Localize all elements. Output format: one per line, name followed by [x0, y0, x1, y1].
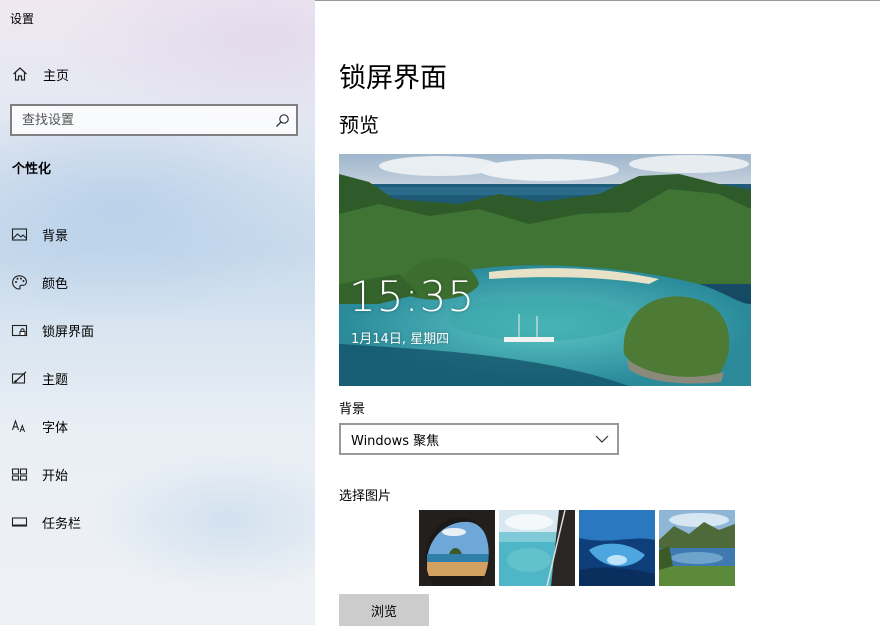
sidebar-nav: 背景 颜色 锁屏界面 主题 字体 开始 任务栏: [0, 210, 315, 546]
browse-button[interactable]: 浏览: [339, 594, 429, 626]
sidebar-item-colors[interactable]: 颜色: [0, 258, 315, 306]
picture-thumbnail[interactable]: [419, 510, 495, 586]
background-select[interactable]: Windows 聚焦: [339, 423, 619, 455]
sidebar: 设置 主页 个性化 背景: [0, 0, 315, 625]
preview-time: 15:35: [349, 272, 476, 321]
lock-screen-preview: 15:35 1月14日, 星期四: [339, 154, 751, 386]
sidebar-item-label: 主题: [42, 372, 69, 388]
font-icon: [11, 418, 26, 432]
sidebar-item-label: 主页: [43, 68, 70, 84]
preview-date: 1月14日, 星期四: [351, 332, 450, 347]
sidebar-item-background[interactable]: 背景: [0, 210, 315, 258]
page-title: 锁屏界面: [339, 63, 447, 94]
sidebar-item-label: 锁屏界面: [42, 324, 95, 340]
picture-thumbnail[interactable]: [499, 510, 575, 586]
sidebar-item-start[interactable]: 开始: [0, 450, 315, 498]
picture-thumbnail[interactable]: [579, 510, 655, 586]
sidebar-item-label: 开始: [42, 468, 69, 484]
picture-thumbnails: [419, 510, 739, 586]
sidebar-item-themes[interactable]: 主题: [0, 354, 315, 402]
search-input[interactable]: [12, 106, 262, 134]
sidebar-item-label: 字体: [42, 420, 69, 436]
choose-picture-label: 选择图片: [339, 489, 392, 504]
sidebar-item-lock-screen[interactable]: 锁屏界面: [0, 306, 315, 354]
sidebar-item-taskbar[interactable]: 任务栏: [0, 498, 315, 546]
sidebar-item-home[interactable]: 主页: [0, 58, 315, 90]
palette-icon: [12, 274, 27, 290]
sidebar-item-label: 背景: [42, 228, 69, 244]
sidebar-item-label: 颜色: [42, 276, 69, 292]
preview-heading: 预览: [339, 113, 379, 137]
preview-image: [339, 154, 751, 386]
picture-thumbnail[interactable]: [659, 510, 735, 586]
start-icon: [11, 467, 28, 481]
theme-icon: [11, 370, 27, 384]
lock-screen-icon: [11, 324, 28, 336]
app-title: 设置: [10, 12, 35, 26]
background-select-value: Windows 聚焦: [351, 433, 440, 449]
sidebar-item-label: 任务栏: [42, 516, 82, 532]
search-icon[interactable]: [275, 113, 290, 128]
picture-icon: [11, 227, 28, 241]
chevron-down-icon: [595, 435, 609, 443]
background-label: 背景: [339, 402, 366, 417]
search-box: [10, 104, 298, 136]
main-content: 锁屏界面 预览 15:35 1月14日, 星期四 背景 Windows 聚焦 选…: [315, 0, 880, 626]
home-icon: [13, 67, 27, 81]
section-title: 个性化: [12, 162, 52, 177]
taskbar-icon: [11, 516, 28, 527]
sidebar-item-fonts[interactable]: 字体: [0, 402, 315, 450]
